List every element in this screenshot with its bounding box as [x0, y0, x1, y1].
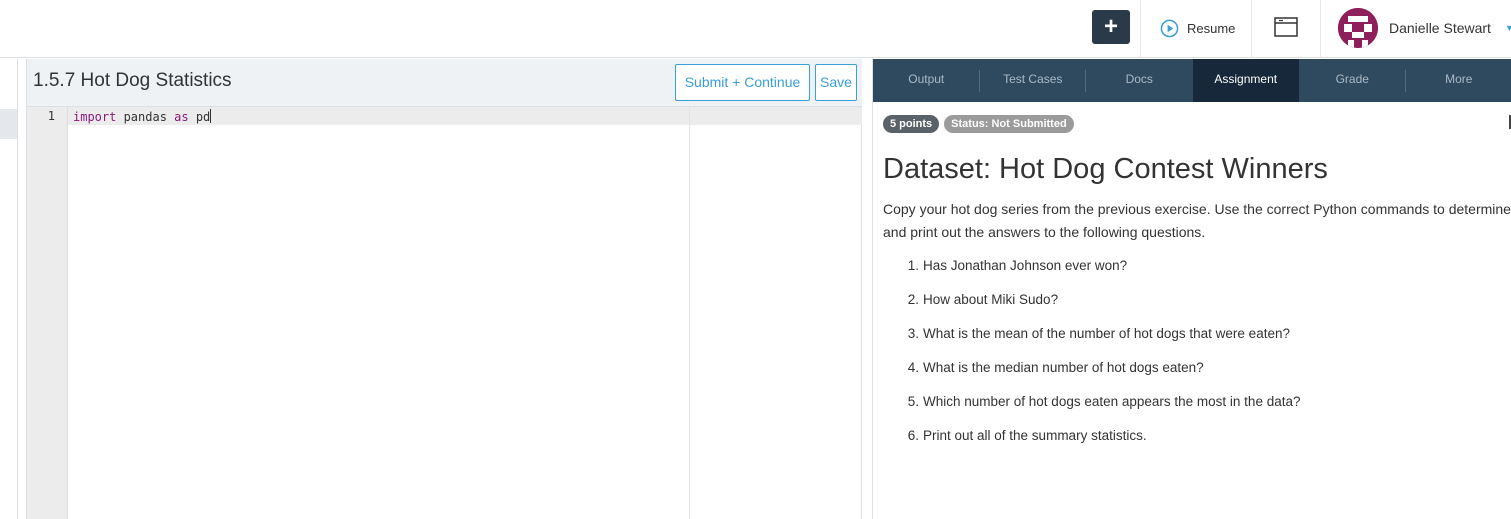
layout-window-icon[interactable]	[1274, 17, 1298, 37]
user-menu[interactable]: Danielle Stewart	[1338, 8, 1491, 48]
code-text: pandas	[116, 110, 175, 124]
tab-label: Output	[908, 72, 945, 86]
code-keyword: as	[174, 110, 189, 124]
question-number: 6.	[907, 428, 919, 443]
tab-docs[interactable]: Docs	[1086, 59, 1193, 102]
tab-label: More	[1445, 72, 1473, 86]
chevron-down-icon[interactable]: ▼	[1505, 23, 1511, 33]
editor-header: 1.5.7 Hot Dog Statistics Submit + Contin…	[27, 59, 862, 107]
tab-test-cases[interactable]: Test Cases	[980, 59, 1086, 102]
divider	[1320, 0, 1321, 58]
question-text: What is the median number of hot dogs ea…	[923, 360, 1204, 375]
top-bar: + Resume Danielle Stewart ▼	[0, 0, 1511, 58]
code-line[interactable]: import pandas as pd	[73, 109, 212, 124]
tab-label: Docs	[1125, 72, 1153, 86]
question-number: 2.	[907, 292, 919, 307]
user-name: Danielle Stewart	[1389, 20, 1491, 36]
list-item: 3. What is the mean of the number of hot …	[903, 325, 1301, 359]
avatar-pattern-icon	[1338, 8, 1378, 48]
list-item: 4. What is the median number of hot dogs …	[903, 359, 1301, 393]
line-number: 1	[47, 109, 55, 123]
question-number: 4.	[907, 360, 919, 375]
print-margin-line	[689, 107, 690, 519]
divider	[1140, 0, 1141, 58]
list-item: 6. Print out all of the summary statistic…	[903, 427, 1301, 461]
points-badge: 5 points	[883, 115, 940, 133]
text-cursor	[210, 109, 212, 123]
tab-label: Test Cases	[1003, 72, 1063, 86]
tab-label: Assignment	[1214, 72, 1278, 86]
code-keyword: import	[73, 110, 117, 124]
tab-more[interactable]: More	[1406, 59, 1511, 102]
play-circle-icon	[1160, 19, 1179, 37]
code-text: pd	[188, 110, 211, 124]
tab-bar: Output Test Cases Docs Assignment Grade …	[873, 59, 1511, 102]
question-text: Has Jonathan Johnson ever won?	[923, 258, 1128, 273]
status-badge: Status: Not Submitted	[944, 115, 1074, 133]
assignment-panel: Output Test Cases Docs Assignment Grade …	[872, 59, 1511, 519]
tab-label: Grade	[1335, 72, 1369, 86]
question-text: Print out all of the summary statistics.	[923, 428, 1147, 443]
question-text: Which number of hot dogs eaten appears t…	[923, 394, 1301, 409]
line-gutter	[27, 107, 68, 519]
assignment-description: Copy your hot dog series from the previo…	[883, 201, 1511, 240]
avatar	[1338, 8, 1378, 48]
question-text: How about Miki Sudo?	[923, 292, 1059, 307]
editor-panel: 1.5.7 Hot Dog Statistics Submit + Contin…	[26, 59, 862, 519]
badge-row: 5 points Status: Not Submitted	[883, 115, 1074, 133]
question-list: 1. Has Jonathan Johnson ever won? 2. How a…	[903, 257, 1301, 461]
add-button[interactable]: +	[1092, 10, 1130, 44]
list-item: 5. Which number of hot dogs eaten appears…	[903, 393, 1301, 427]
question-number: 3.	[907, 326, 919, 341]
sidebar-selected-item[interactable]	[0, 109, 17, 139]
exercise-title: 1.5.7 Hot Dog Statistics	[33, 70, 232, 91]
question-number: 1.	[907, 258, 919, 273]
tab-output[interactable]: Output	[873, 59, 980, 102]
left-sidebar	[0, 59, 18, 519]
submit-continue-button[interactable]: Submit + Continue	[675, 64, 810, 101]
save-button[interactable]: Save	[815, 64, 857, 101]
resume-button[interactable]: Resume	[1160, 17, 1235, 39]
resume-label: Resume	[1187, 20, 1236, 36]
tab-assignment[interactable]: Assignment	[1192, 59, 1299, 102]
question-number: 5.	[907, 394, 919, 409]
tab-grade[interactable]: Grade	[1299, 59, 1406, 102]
divider	[1251, 0, 1252, 58]
list-item: 1. Has Jonathan Johnson ever won?	[903, 257, 1301, 291]
list-item: 2. How about Miki Sudo?	[903, 291, 1301, 325]
question-text: What is the mean of the number of hot do…	[923, 326, 1290, 341]
assignment-title: Dataset: Hot Dog Contest Winners	[883, 153, 1328, 185]
